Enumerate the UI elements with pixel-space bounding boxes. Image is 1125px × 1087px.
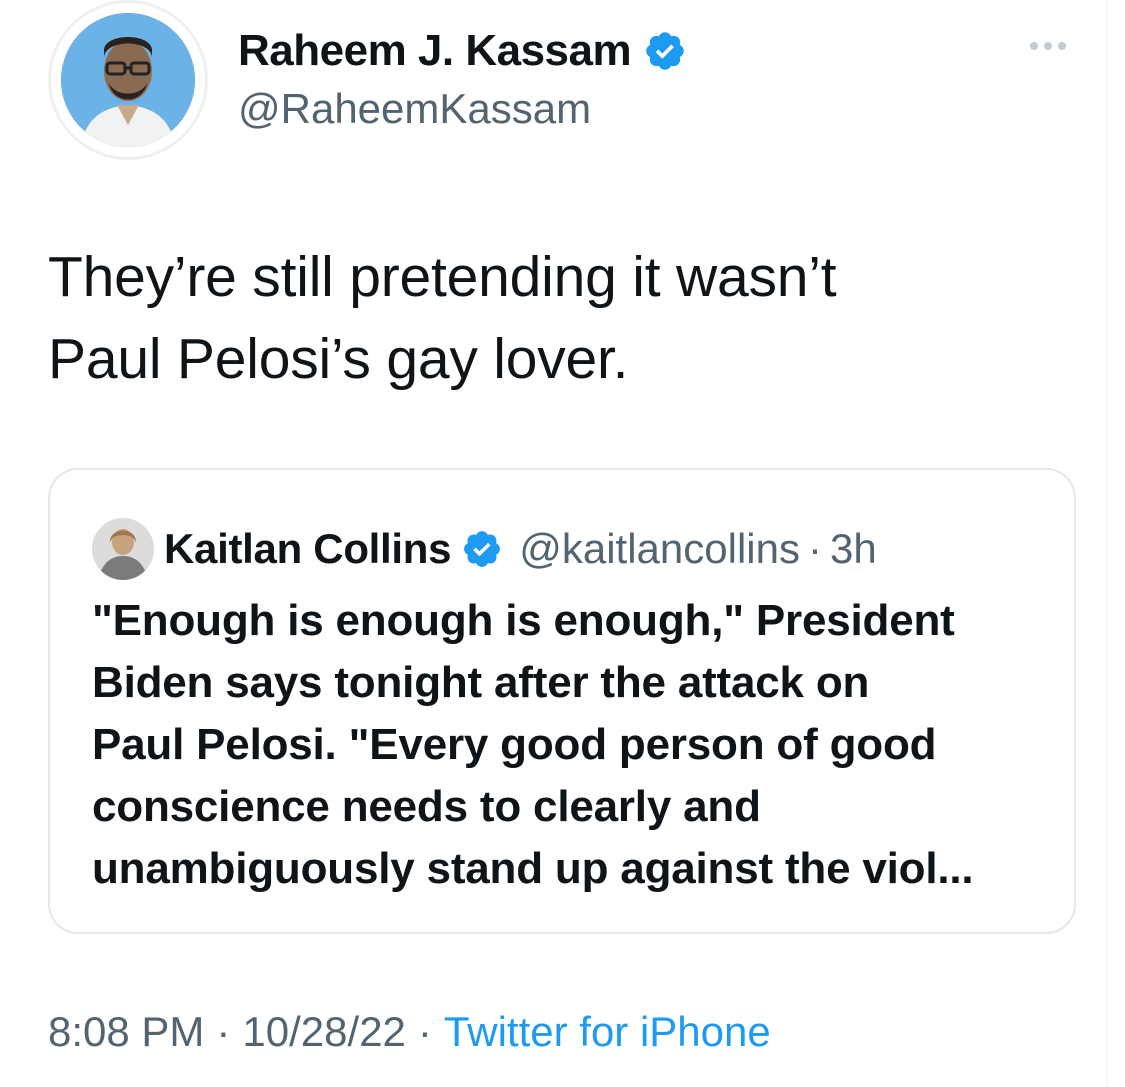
author-handle[interactable]: @RaheemKassam xyxy=(238,85,591,133)
separator-dot: · xyxy=(807,525,822,572)
quoted-text-line: conscience needs to clearly and xyxy=(92,782,761,831)
tweet-date[interactable]: 10/28/22 xyxy=(242,1008,406,1055)
separator-dot: · xyxy=(417,1008,432,1055)
quoted-tweet-card[interactable]: Kaitlan Collins @kaitlancollins · 3h "En… xyxy=(48,468,1076,934)
quoted-text-line: unambiguously stand up against the viol.… xyxy=(92,844,974,893)
quoted-text-line: "Enough is enough is enough," President xyxy=(92,596,955,645)
verified-badge-icon xyxy=(646,32,684,70)
tweet-metadata: 8:08 PM · 10/28/22 · Twitter for iPhone xyxy=(48,1008,771,1056)
quoted-text-line: Paul Pelosi. "Every good person of good xyxy=(92,720,937,769)
quoted-tweet-header: Kaitlan Collins @kaitlancollins · 3h xyxy=(92,518,877,580)
author-name-row[interactable]: Raheem J. Kassam xyxy=(238,26,687,76)
tweet-text: They’re still pretending it wasn’t Paul … xyxy=(48,236,1078,400)
quoted-timestamp[interactable]: 3h xyxy=(830,525,877,573)
tweet-text-line: Paul Pelosi’s gay lover. xyxy=(48,327,629,391)
quoted-author-handle[interactable]: @kaitlancollins xyxy=(519,525,800,573)
more-options-icon[interactable] xyxy=(1030,38,1074,54)
tweet-source-link[interactable]: Twitter for iPhone xyxy=(444,1008,771,1055)
quoted-author-name[interactable]: Kaitlan Collins xyxy=(164,525,452,573)
divider xyxy=(1106,0,1108,1087)
quoted-text-line: Biden says tonight after the attack on xyxy=(92,658,870,707)
author-name[interactable]: Raheem J. Kassam xyxy=(238,26,632,76)
tweet-text-line: They’re still pretending it wasn’t xyxy=(48,245,837,309)
quoted-tweet-text: "Enough is enough is enough," President … xyxy=(92,590,1042,900)
tweet: Raheem J. Kassam @RaheemKassam They’re s… xyxy=(0,0,1125,1087)
author-avatar[interactable] xyxy=(48,0,208,160)
quoted-author-avatar xyxy=(92,518,154,580)
tweet-time[interactable]: 8:08 PM xyxy=(48,1008,204,1055)
verified-badge-icon xyxy=(464,531,501,567)
separator-dot: · xyxy=(216,1008,231,1055)
